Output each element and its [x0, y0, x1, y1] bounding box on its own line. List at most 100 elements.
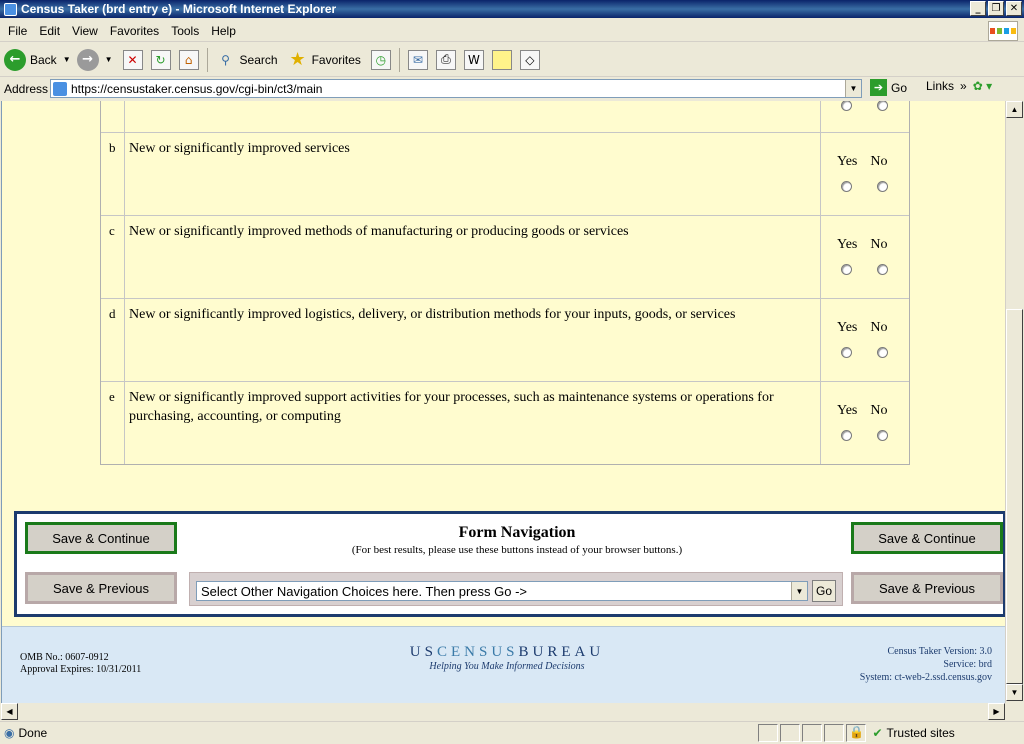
- no-radio[interactable]: [877, 181, 888, 192]
- navigation-go-button[interactable]: Go: [812, 580, 836, 602]
- yes-radio[interactable]: [841, 181, 852, 192]
- no-label: No: [870, 403, 888, 418]
- save-previous-button-right[interactable]: Save & Previous: [851, 572, 1003, 604]
- links-label: Links: [926, 79, 955, 93]
- scroll-down-icon[interactable]: ▼: [1006, 684, 1023, 701]
- forward-dropdown-icon[interactable]: ▼: [105, 55, 113, 64]
- page-footer: OMB No.: 0607-0912 Approval Expires: 10/…: [2, 626, 1005, 703]
- partial-yes-radio[interactable]: [841, 101, 852, 111]
- vertical-scrollbar[interactable]: ▲ ▼: [1005, 101, 1023, 703]
- menu-favorites[interactable]: Favorites: [110, 24, 159, 38]
- save-continue-button-left[interactable]: Save & Continue: [25, 522, 177, 554]
- yes-radio[interactable]: [841, 264, 852, 275]
- version-info: Census Taker Version: 3.0 Service: brd S…: [860, 645, 992, 684]
- stop-icon[interactable]: ✕: [122, 49, 143, 70]
- address-input[interactable]: https://censustaker.census.gov/cgi-bin/c…: [50, 79, 862, 98]
- service-text: Service: brd: [943, 659, 992, 670]
- form-navigation: Save & Continue Save & Previous Form Nav…: [14, 511, 1005, 617]
- maximize-button[interactable]: ❐: [988, 1, 1004, 16]
- discuss-icon[interactable]: [491, 49, 512, 70]
- select-dropdown-icon[interactable]: ▼: [791, 582, 807, 600]
- question-letter: d: [101, 299, 125, 381]
- links-toolbar[interactable]: Links » ✿ ▾: [926, 79, 992, 93]
- logo-tagline: Helping You Make Informed Decisions: [429, 661, 585, 672]
- lock-icon: 🔒: [846, 724, 867, 742]
- menu-bar: File Edit View Favorites Tools Help: [0, 20, 1024, 42]
- save-previous-button-left[interactable]: Save & Previous: [25, 572, 177, 604]
- toolbar-separator: [398, 47, 400, 72]
- windows-logo-icon: [988, 21, 1018, 41]
- trusted-check-icon: ✔: [872, 726, 883, 740]
- star-icon: ★: [289, 49, 306, 70]
- table-row-partial: [101, 101, 909, 133]
- no-radio[interactable]: [877, 264, 888, 275]
- navigation-go-label: Go: [815, 584, 832, 598]
- answer-cell: Yes No: [821, 299, 909, 381]
- toolbar: ← Back ▼ → ▼ ✕ ↻ ⌂ ⚲ Search ★ Favorites …: [0, 43, 1024, 77]
- toolbar-separator: [206, 47, 208, 72]
- home-icon[interactable]: ⌂: [178, 49, 199, 70]
- print-icon[interactable]: ⎙: [435, 49, 456, 70]
- back-label: Back: [30, 52, 57, 67]
- history-icon[interactable]: ◷: [370, 49, 391, 70]
- address-go-label: Go: [891, 80, 908, 95]
- scroll-up-icon[interactable]: ▲: [1006, 101, 1023, 118]
- forward-button[interactable]: → ▼: [76, 48, 113, 71]
- extension-icon[interactable]: ✿ ▾: [973, 79, 992, 93]
- census-bureau-logo: USCENSUSBUREAU Helping You Make Informed…: [392, 644, 622, 672]
- save-continue-button-right[interactable]: Save & Continue: [851, 522, 1003, 554]
- security-zone: Trusted sites: [886, 726, 955, 740]
- edit-icon[interactable]: W: [463, 49, 484, 70]
- back-dropdown-icon[interactable]: ▼: [63, 55, 71, 64]
- save-previous-label: Save & Previous: [52, 580, 150, 596]
- answer-cell: Yes No: [821, 216, 909, 298]
- chevron-right-icon[interactable]: »: [960, 79, 967, 93]
- table-row: c New or significantly improved methods …: [101, 216, 909, 299]
- scroll-thumb[interactable]: [1006, 309, 1023, 684]
- question-table: b New or significantly improved services…: [100, 101, 910, 465]
- table-row: b New or significantly improved services…: [101, 133, 909, 216]
- scroll-right-icon[interactable]: ▶: [988, 703, 1005, 720]
- question-letter: c: [101, 216, 125, 298]
- refresh-icon[interactable]: ↻: [150, 49, 171, 70]
- yes-radio[interactable]: [841, 347, 852, 358]
- messenger-icon[interactable]: ◇: [519, 49, 540, 70]
- minimize-button[interactable]: _: [970, 1, 986, 16]
- address-go-button[interactable]: ➔ Go: [870, 79, 907, 96]
- form-navigation-title: Form Navigation: [458, 524, 576, 541]
- address-dropdown-icon[interactable]: ▼: [845, 80, 861, 97]
- no-radio[interactable]: [877, 430, 888, 441]
- table-row: d New or significantly improved logistic…: [101, 299, 909, 382]
- menu-help[interactable]: Help: [211, 24, 236, 38]
- navigation-select[interactable]: Select Other Navigation Choices here. Th…: [196, 581, 808, 601]
- forward-arrow-icon: →: [76, 48, 99, 71]
- no-radio[interactable]: [877, 347, 888, 358]
- version-text: Census Taker Version: 3.0: [887, 646, 992, 657]
- mail-icon[interactable]: ✉: [407, 49, 428, 70]
- question-letter: b: [101, 133, 125, 215]
- status-text: Done: [18, 726, 48, 740]
- menu-view[interactable]: View: [72, 24, 98, 38]
- logo-bureau: BUREAU: [518, 644, 605, 660]
- title-bar: Census Taker (brd entry e) - Microsoft I…: [0, 0, 1024, 18]
- back-arrow-icon: ←: [4, 48, 26, 71]
- favorites-button[interactable]: ★ Favorites: [284, 49, 360, 70]
- menu-tools[interactable]: Tools: [171, 24, 199, 38]
- menu-edit[interactable]: Edit: [39, 24, 60, 38]
- back-button[interactable]: ← Back ▼: [4, 48, 71, 71]
- scroll-left-icon[interactable]: ◀: [1, 703, 18, 720]
- horizontal-scrollbar[interactable]: ◀ ▶: [1, 703, 1005, 720]
- yes-radio[interactable]: [841, 430, 852, 441]
- yes-label: Yes: [837, 320, 858, 335]
- question-text: New or significantly improved support ac…: [125, 382, 821, 464]
- partial-no-radio[interactable]: [877, 101, 888, 111]
- navigation-select-value: Select Other Navigation Choices here. Th…: [201, 584, 528, 599]
- system-text: System: ct-web-2.ssd.census.gov: [859, 672, 992, 683]
- yes-label: Yes: [837, 237, 858, 252]
- logo-census: CENSUS: [436, 644, 519, 660]
- question-letter: e: [101, 382, 125, 464]
- search-button[interactable]: ⚲ Search: [212, 50, 277, 70]
- save-previous-label: Save & Previous: [878, 580, 976, 596]
- close-button[interactable]: ✕: [1006, 1, 1022, 16]
- menu-file[interactable]: File: [8, 24, 27, 38]
